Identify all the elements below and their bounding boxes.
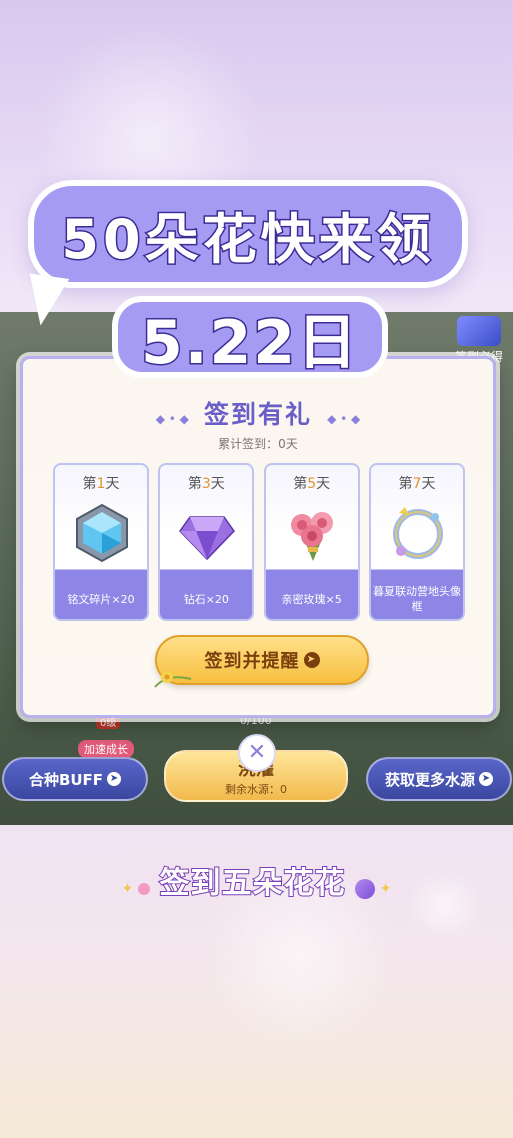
checkin-dialog: ◆ • ◆ 签到有礼 ◆ • ◆ 累计签到：0天 第1天 铭文碎片×20 第3天 xyxy=(20,356,496,718)
reward-card[interactable]: 第5天 亲密玫瑰×5 xyxy=(263,463,360,621)
arrow-right-icon: ➤ xyxy=(107,772,122,786)
promo-caption: ✦ 签到五朵花花 ✦ xyxy=(0,858,513,902)
flower-vine-icon xyxy=(154,671,192,688)
reward-day: 第1天 xyxy=(82,476,120,492)
headline-banner: 50朵花快来领 xyxy=(28,180,468,288)
reward-day: 第3天 xyxy=(187,476,225,492)
sparkle-icon: ✦ xyxy=(121,881,134,897)
close-dialog-button[interactable]: ✕ xyxy=(238,734,276,772)
caption-text: 签到五朵花花 xyxy=(159,865,346,902)
co-plant-buff-label: 合种BUFF xyxy=(28,770,104,789)
date-text: 5.22日 xyxy=(139,306,360,379)
reward-day: 第7天 xyxy=(398,476,436,492)
sparkle-icon: ✦ xyxy=(379,881,392,897)
reward-card[interactable]: 第3天 钻石×20 xyxy=(158,463,255,621)
reward-name: 暮夏联动营地头像框 xyxy=(372,585,461,613)
arrow-right-icon: ➤ xyxy=(479,772,493,786)
get-more-water-label: 获取更多水源 xyxy=(384,770,475,789)
get-more-water-button[interactable]: 获取更多水源 ➤ xyxy=(366,757,512,801)
headline-text: 50朵花快来领 xyxy=(60,206,435,272)
speed-up-tag: 加速成长 xyxy=(78,740,134,758)
dialog-header: ◆ • ◆ 签到有礼 ◆ • ◆ xyxy=(23,395,493,431)
reward-list: 第1天 铭文碎片×20 第3天 钻石×20 第5天 亲密玫瑰×5 第7天 暮夏联… xyxy=(53,463,465,623)
reward-name: 亲密玫瑰×5 xyxy=(281,592,342,606)
diamond-deco-icon: ◆ • ◆ xyxy=(155,411,189,426)
remaining-water: 剩余水源：0 xyxy=(225,783,287,796)
reward-card[interactable]: 第1天 铭文碎片×20 xyxy=(53,463,149,621)
dialog-title: 签到有礼 xyxy=(203,400,312,429)
gift-box-icon xyxy=(457,316,501,346)
arrow-right-icon: ➤ xyxy=(303,652,320,668)
diamond-deco-icon: ◆ • ◆ xyxy=(327,411,361,426)
avatar-frame-icon xyxy=(392,507,443,559)
planet-icon xyxy=(354,878,375,899)
close-icon: ✕ xyxy=(247,740,267,765)
cumulative-checkin: 累计签到：0天 xyxy=(218,437,298,451)
diamond-icon xyxy=(179,516,236,561)
ball-icon xyxy=(138,882,151,895)
reward-day: 第5天 xyxy=(293,476,331,492)
speech-tail xyxy=(22,273,70,329)
checkin-remind-label: 签到并提醒 xyxy=(204,651,300,672)
crystal-hexagon-icon xyxy=(76,503,128,563)
reward-name: 钻石×20 xyxy=(183,592,229,606)
co-plant-buff-button[interactable]: 合种BUFF ➤ xyxy=(2,757,148,801)
reward-card[interactable]: 第7天 暮夏联动营地头像框 xyxy=(368,463,465,621)
date-banner: 5.22日 xyxy=(112,296,388,379)
rose-bouquet-icon xyxy=(290,512,333,561)
reward-name: 铭文碎片×20 xyxy=(67,592,135,606)
